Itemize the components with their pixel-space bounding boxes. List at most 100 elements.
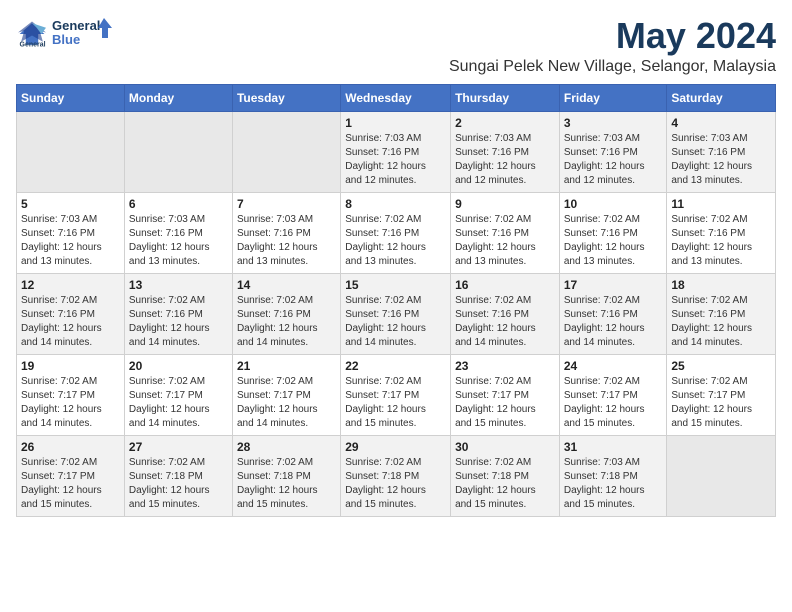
day-number: 13	[129, 278, 228, 292]
day-info: Sunrise: 7:02 AM Sunset: 7:17 PM Dayligh…	[455, 375, 555, 431]
calendar-cell: 6 Sunrise: 7:03 AM Sunset: 7:16 PM Daylig…	[124, 192, 232, 273]
day-info: Sunrise: 7:03 AM Sunset: 7:16 PM Dayligh…	[237, 213, 336, 269]
day-number: 18	[671, 278, 771, 292]
calendar-cell: 7 Sunrise: 7:03 AM Sunset: 7:16 PM Daylig…	[232, 192, 340, 273]
calendar-cell: 1Sunrise: 7:03 AM Sunset: 7:16 PM Daylig…	[341, 111, 451, 192]
day-number: 11	[671, 197, 771, 211]
calendar-cell: 13 Sunrise: 7:02 AM Sunset: 7:16 PM Dayli…	[124, 273, 232, 354]
weekday-header: Saturday	[667, 84, 776, 111]
calendar-cell: 16Sunrise: 7:02 AM Sunset: 7:16 PM Dayli…	[451, 273, 560, 354]
day-number: 26	[21, 440, 120, 454]
weekday-header: Thursday	[451, 84, 560, 111]
calendar-cell: 17 Sunrise: 7:02 AM Sunset: 7:16 PM Dayli…	[559, 273, 667, 354]
calendar-cell: 2 Sunrise: 7:03 AM Sunset: 7:16 PM Daylig…	[451, 111, 560, 192]
day-number: 2	[455, 116, 555, 130]
calendar-cell: 23Sunrise: 7:02 AM Sunset: 7:17 PM Dayli…	[451, 354, 560, 435]
day-number: 4	[671, 116, 771, 130]
day-info: Sunrise: 7:02 AM Sunset: 7:17 PM Dayligh…	[129, 375, 228, 431]
day-number: 19	[21, 359, 120, 373]
header: General General Blue May 2024 Sungai Pel…	[16, 16, 776, 76]
day-info: Sunrise: 7:02 AM Sunset: 7:16 PM Dayligh…	[455, 213, 555, 269]
svg-text:General: General	[20, 41, 46, 48]
day-info: Sunrise: 7:02 AM Sunset: 7:16 PM Dayligh…	[345, 294, 446, 350]
page-title: May 2024	[449, 16, 776, 56]
day-number: 24	[564, 359, 663, 373]
day-info: Sunrise: 7:02 AM Sunset: 7:16 PM Dayligh…	[564, 294, 663, 350]
calendar-cell: 3 Sunrise: 7:03 AM Sunset: 7:16 PM Daylig…	[559, 111, 667, 192]
day-number: 31	[564, 440, 663, 454]
calendar-week-row: 12Sunrise: 7:02 AM Sunset: 7:16 PM Dayli…	[17, 273, 776, 354]
title-block: May 2024 Sungai Pelek New Village, Selan…	[449, 16, 776, 76]
day-info: Sunrise: 7:02 AM Sunset: 7:18 PM Dayligh…	[237, 456, 336, 512]
svg-text:Blue: Blue	[52, 32, 80, 47]
day-info: Sunrise: 7:02 AM Sunset: 7:16 PM Dayligh…	[21, 294, 120, 350]
calendar-cell: 10 Sunrise: 7:02 AM Sunset: 7:16 PM Dayli…	[559, 192, 667, 273]
calendar-cell: 5Sunrise: 7:03 AM Sunset: 7:16 PM Daylig…	[17, 192, 125, 273]
day-number: 22	[345, 359, 446, 373]
day-number: 3	[564, 116, 663, 130]
weekday-header: Monday	[124, 84, 232, 111]
calendar-table: SundayMondayTuesdayWednesdayThursdayFrid…	[16, 84, 776, 517]
day-number: 8	[345, 197, 446, 211]
calendar-cell: 19Sunrise: 7:02 AM Sunset: 7:17 PM Dayli…	[17, 354, 125, 435]
calendar-cell	[667, 435, 776, 516]
calendar-cell: 27Sunrise: 7:02 AM Sunset: 7:18 PM Dayli…	[124, 435, 232, 516]
calendar-week-row: 1Sunrise: 7:03 AM Sunset: 7:16 PM Daylig…	[17, 111, 776, 192]
day-info: Sunrise: 7:02 AM Sunset: 7:16 PM Dayligh…	[671, 294, 771, 350]
page-container: General General Blue May 2024 Sungai Pel…	[16, 16, 776, 517]
calendar-cell: 22 Sunrise: 7:02 AM Sunset: 7:17 PM Dayli…	[341, 354, 451, 435]
calendar-cell: 18 Sunrise: 7:02 AM Sunset: 7:16 PM Dayli…	[667, 273, 776, 354]
weekday-header: Wednesday	[341, 84, 451, 111]
day-info: Sunrise: 7:03 AM Sunset: 7:16 PM Dayligh…	[564, 132, 663, 188]
day-number: 6	[129, 197, 228, 211]
calendar-cell: 21Sunrise: 7:02 AM Sunset: 7:17 PM Dayli…	[232, 354, 340, 435]
day-number: 14	[237, 278, 336, 292]
day-number: 20	[129, 359, 228, 373]
day-info: Sunrise: 7:03 AM Sunset: 7:16 PM Dayligh…	[345, 132, 446, 188]
calendar-cell	[17, 111, 125, 192]
day-info: Sunrise: 7:02 AM Sunset: 7:16 PM Dayligh…	[564, 213, 663, 269]
svg-text:General: General	[52, 18, 100, 33]
day-number: 17	[564, 278, 663, 292]
day-info: Sunrise: 7:02 AM Sunset: 7:17 PM Dayligh…	[564, 375, 663, 431]
day-info: Sunrise: 7:03 AM Sunset: 7:16 PM Dayligh…	[671, 132, 771, 188]
day-number: 30	[455, 440, 555, 454]
calendar-cell	[232, 111, 340, 192]
calendar-week-row: 26Sunrise: 7:02 AM Sunset: 7:17 PM Dayli…	[17, 435, 776, 516]
calendar-header-row: SundayMondayTuesdayWednesdayThursdayFrid…	[17, 84, 776, 111]
day-info: Sunrise: 7:02 AM Sunset: 7:18 PM Dayligh…	[455, 456, 555, 512]
calendar-cell: 25Sunrise: 7:02 AM Sunset: 7:17 PM Dayli…	[667, 354, 776, 435]
day-number: 15	[345, 278, 446, 292]
logo: General General Blue	[16, 16, 112, 52]
calendar-cell: 14Sunrise: 7:02 AM Sunset: 7:16 PM Dayli…	[232, 273, 340, 354]
day-number: 7	[237, 197, 336, 211]
generalblue-logo: General Blue	[52, 16, 112, 52]
day-info: Sunrise: 7:03 AM Sunset: 7:16 PM Dayligh…	[455, 132, 555, 188]
calendar-cell: 11 Sunrise: 7:02 AM Sunset: 7:16 PM Dayli…	[667, 192, 776, 273]
page-subtitle: Sungai Pelek New Village, Selangor, Mala…	[449, 58, 776, 76]
day-number: 29	[345, 440, 446, 454]
day-info: Sunrise: 7:02 AM Sunset: 7:17 PM Dayligh…	[345, 375, 446, 431]
weekday-header: Friday	[559, 84, 667, 111]
calendar-cell: 30 Sunrise: 7:02 AM Sunset: 7:18 PM Dayli…	[451, 435, 560, 516]
calendar-week-row: 19 Sunrise: 7:02 AM Sunset: 7:17 PM Dayli…	[17, 354, 776, 435]
day-info: Sunrise: 7:02 AM Sunset: 7:17 PM Dayligh…	[671, 375, 771, 431]
day-info: Sunrise: 7:02 AM Sunset: 7:16 PM Dayligh…	[455, 294, 555, 350]
calendar-week-row: 5Sunrise: 7:03 AM Sunset: 7:16 PM Daylig…	[17, 192, 776, 273]
calendar-cell: 9Sunrise: 7:02 AM Sunset: 7:16 PM Daylig…	[451, 192, 560, 273]
calendar-cell: 8 Sunrise: 7:02 AM Sunset: 7:16 PM Daylig…	[341, 192, 451, 273]
day-number: 10	[564, 197, 663, 211]
calendar-cell: 20 Sunrise: 7:02 AM Sunset: 7:17 PM Dayli…	[124, 354, 232, 435]
weekday-header: Tuesday	[232, 84, 340, 111]
calendar-cell: 29Sunrise: 7:02 AM Sunset: 7:18 PM Dayli…	[341, 435, 451, 516]
calendar-cell	[124, 111, 232, 192]
day-info: Sunrise: 7:02 AM Sunset: 7:16 PM Dayligh…	[671, 213, 771, 269]
day-info: Sunrise: 7:02 AM Sunset: 7:16 PM Dayligh…	[345, 213, 446, 269]
day-info: Sunrise: 7:02 AM Sunset: 7:16 PM Dayligh…	[129, 294, 228, 350]
day-info: Sunrise: 7:03 AM Sunset: 7:16 PM Dayligh…	[129, 213, 228, 269]
day-info: Sunrise: 7:03 AM Sunset: 7:16 PM Dayligh…	[21, 213, 120, 269]
calendar-cell: 26Sunrise: 7:02 AM Sunset: 7:17 PM Dayli…	[17, 435, 125, 516]
calendar-cell: 28 Sunrise: 7:02 AM Sunset: 7:18 PM Dayli…	[232, 435, 340, 516]
day-number: 28	[237, 440, 336, 454]
calendar-cell: 15 Sunrise: 7:02 AM Sunset: 7:16 PM Dayli…	[341, 273, 451, 354]
